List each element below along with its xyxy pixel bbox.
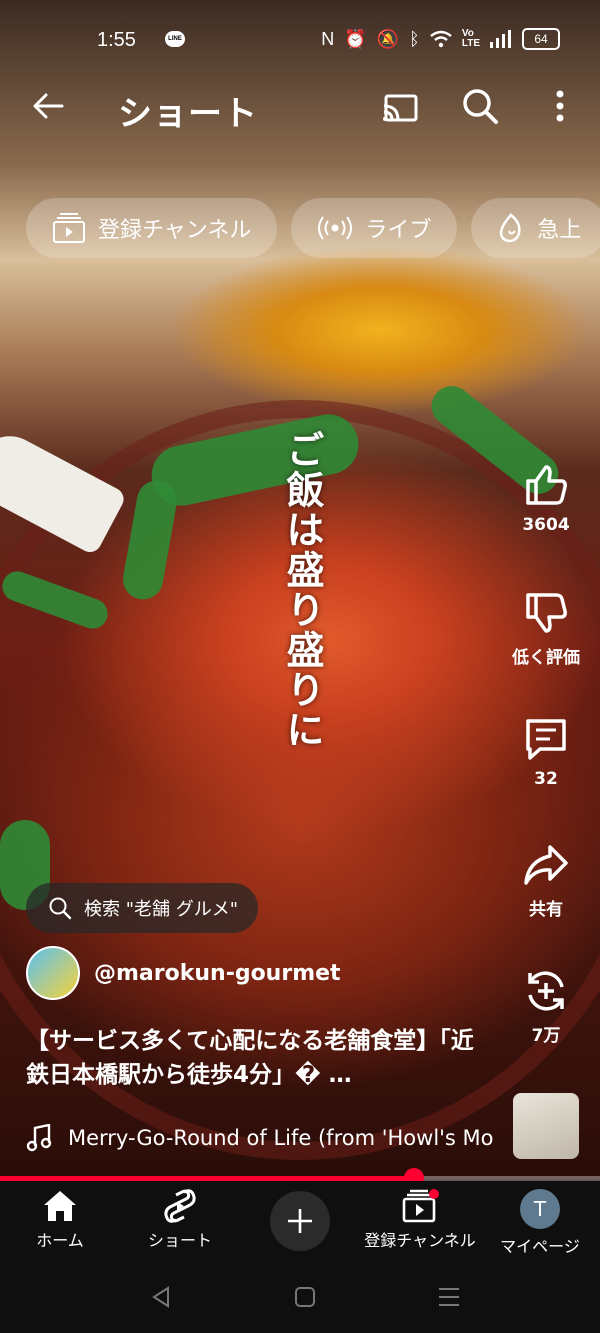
back-triangle-icon[interactable] xyxy=(150,1285,172,1309)
chip-label: 登録チャンネル xyxy=(98,218,252,243)
music-title: Merry-Go-Round of Life (from 'Howl's Mo xyxy=(68,1126,494,1150)
video-caption-overlay: ご飯は盛り盛りに xyxy=(280,430,324,750)
page-title: ショート xyxy=(118,94,258,134)
status-icons: N ⏰ 🔕 ᛒ Vo LTE 64 xyxy=(321,28,560,50)
status-time: 1:55 xyxy=(97,29,136,51)
search-icon[interactable] xyxy=(460,86,500,126)
status-bar: 1:55 LINE N ⏰ 🔕 ᛒ Vo LTE 64 xyxy=(0,0,600,80)
video-title[interactable]: 【サービス多くて心配になる老舗食堂】「近鉄日本橋駅から徒歩4分」� … xyxy=(26,1024,496,1092)
music-row[interactable]: Merry-Go-Round of Life (from 'Howl's Mo xyxy=(26,1124,496,1152)
like-count: 3604 xyxy=(522,515,570,535)
dislike-button[interactable]: 低く評価 xyxy=(500,589,592,668)
volte-icon: Vo LTE xyxy=(461,28,480,49)
nav-shorts-label: ショート xyxy=(147,1231,212,1250)
chip-live[interactable]: ライブ xyxy=(291,198,458,258)
more-vertical-icon[interactable] xyxy=(546,86,574,126)
dislike-label: 低く評価 xyxy=(512,648,580,668)
remix-button[interactable]: 7万 xyxy=(500,967,592,1046)
like-button[interactable]: 3604 xyxy=(500,461,592,535)
subscriptions-icon xyxy=(402,1189,439,1223)
trending-icon xyxy=(500,213,521,243)
line-app-icon: LINE xyxy=(165,31,185,47)
search-suggestion-text: 検索 "老舗 グルメ" xyxy=(84,899,239,920)
remix-icon xyxy=(528,971,564,1011)
remix-count: 7万 xyxy=(531,1026,561,1046)
user-avatar: T xyxy=(520,1189,560,1229)
signal-icon xyxy=(490,30,511,48)
filter-chips: 登録チャンネル ライブ 急上 xyxy=(26,198,600,260)
create-button[interactable] xyxy=(270,1191,330,1251)
live-icon xyxy=(318,216,353,240)
recents-icon[interactable] xyxy=(437,1286,461,1308)
nfc-icon: N xyxy=(321,28,335,49)
channel-avatar[interactable] xyxy=(26,946,80,1000)
battery-indicator: 64 xyxy=(522,28,560,50)
bluetooth-icon: ᛒ xyxy=(409,28,420,49)
cast-icon[interactable] xyxy=(380,88,420,128)
music-thumbnail[interactable] xyxy=(513,1093,579,1159)
chip-subscriptions[interactable]: 登録チャンネル xyxy=(26,198,278,258)
home-icon xyxy=(44,1191,76,1221)
search-suggestion[interactable]: 検索 "老舗 グルメ" xyxy=(26,883,259,933)
chip-trending[interactable]: 急上 xyxy=(471,198,600,258)
nav-subscriptions[interactable]: 登録チャンネル xyxy=(360,1189,480,1251)
music-note-icon xyxy=(26,1124,52,1152)
subscriptions-icon xyxy=(53,213,85,243)
comment-button[interactable]: 32 xyxy=(500,715,592,789)
nav-shorts[interactable]: ショート xyxy=(120,1189,240,1251)
nav-mypage[interactable]: T マイページ xyxy=(480,1189,600,1257)
system-navigation xyxy=(0,1261,600,1333)
share-icon xyxy=(524,845,568,885)
mute-icon: 🔕 xyxy=(376,28,400,49)
share-button[interactable]: 共有 xyxy=(500,841,592,920)
alarm-icon: ⏰ xyxy=(344,28,367,49)
wifi-icon xyxy=(430,30,452,48)
nav-mypage-label: マイページ xyxy=(500,1237,580,1256)
share-label: 共有 xyxy=(529,900,563,920)
nav-subscriptions-label: 登録チャンネル xyxy=(364,1231,476,1250)
top-bar: ショート xyxy=(0,80,600,136)
chip-label: 急上 xyxy=(537,218,582,243)
bottom-navigation: ホーム ショート 登録チャンネル T マイページ xyxy=(0,1181,600,1261)
nav-home[interactable]: ホーム xyxy=(0,1189,120,1251)
thumbs-down-icon xyxy=(526,593,567,633)
search-icon xyxy=(49,897,72,920)
nav-home-label: ホーム xyxy=(36,1231,84,1250)
home-square-icon[interactable] xyxy=(294,1286,316,1308)
comment-icon xyxy=(526,719,566,760)
plus-icon xyxy=(288,1209,312,1233)
comment-count: 32 xyxy=(534,769,558,789)
channel-info[interactable]: @marokun-gourmet xyxy=(26,946,341,1000)
chip-label: ライブ xyxy=(365,218,432,243)
back-arrow-icon[interactable] xyxy=(28,86,68,126)
shorts-icon xyxy=(164,1189,196,1223)
thumbs-up-icon xyxy=(526,465,567,505)
channel-name[interactable]: @marokun-gourmet xyxy=(94,961,341,986)
